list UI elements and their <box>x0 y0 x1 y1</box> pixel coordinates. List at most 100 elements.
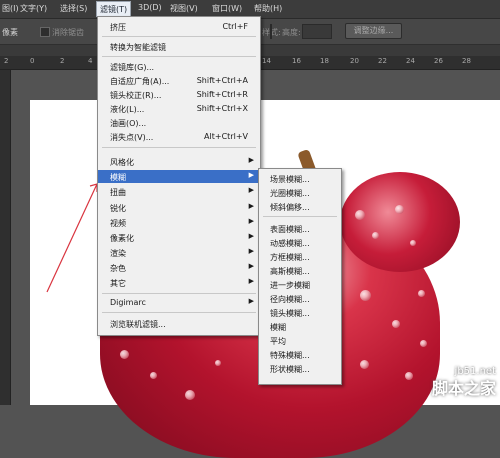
ruler-label: 22 <box>378 57 387 65</box>
menu-item-label: 其它 <box>110 279 126 288</box>
menu-item-label: 光圈模糊... <box>270 189 310 198</box>
menu-item-filter-gallery[interactable]: 滤镜库(G)... <box>98 60 260 73</box>
menu-item-label: 像素化 <box>110 234 134 243</box>
ruler-label: 28 <box>462 57 471 65</box>
menu-item-label: Digimarc <box>110 298 146 307</box>
ruler-label: 24 <box>406 57 415 65</box>
water-drop <box>392 320 400 328</box>
submenu-item-field-blur[interactable]: 场景模糊... <box>259 172 341 185</box>
menu-item-label: 动感模糊... <box>270 239 310 248</box>
submenu-item-average[interactable]: 平均 <box>259 334 341 347</box>
menu-separator <box>263 216 337 217</box>
menu-item-label: 场景模糊... <box>270 175 310 184</box>
water-drop <box>395 205 404 214</box>
submenu-item-motion-blur[interactable]: 动感模糊... <box>259 236 341 249</box>
menu-help[interactable]: 帮助(H) <box>254 3 282 14</box>
water-drop <box>410 240 416 246</box>
filter-menu: 挤压 Ctrl+F 转换为智能滤镜 滤镜库(G)... 自适应广角(A)... … <box>97 16 261 336</box>
refine-edge-button[interactable]: 调整边缘... <box>345 23 402 39</box>
submenu-item-blur-more[interactable]: 进一步模糊 <box>259 278 341 291</box>
feather-unit: 像素 <box>2 28 18 37</box>
menu-item-label: 平均 <box>270 337 286 346</box>
menu-item-label: 径向模糊... <box>270 295 310 304</box>
menu-item-label: 高斯模糊... <box>270 267 310 276</box>
menu-type[interactable]: 文字(Y) <box>20 3 47 14</box>
menu-item-label: 扭曲 <box>110 188 126 197</box>
menu-item-distort[interactable]: 扭曲 ▶ <box>98 185 260 198</box>
submenu-item-blur[interactable]: 模糊 <box>259 320 341 333</box>
submenu-arrow-icon: ▶ <box>248 186 254 194</box>
menu-item-label: 方框模糊... <box>270 253 310 262</box>
menu-item-label: 油画(O)... <box>110 119 147 128</box>
submenu-arrow-icon: ▶ <box>248 202 254 210</box>
ruler-label: 16 <box>292 57 301 65</box>
menu-item-label: 渲染 <box>110 249 126 258</box>
menu-3d[interactable]: 3D(D) <box>138 3 162 12</box>
menu-item-browse-online-filters[interactable]: 浏览联机滤镜... <box>98 317 260 330</box>
menu-item-label: 镜头模糊... <box>270 309 310 318</box>
antialias-label: 消除锯齿 <box>52 28 84 37</box>
water-drop <box>120 350 129 359</box>
menu-item-digimarc[interactable]: Digimarc ▶ <box>98 296 260 309</box>
menu-select[interactable]: 选择(S) <box>60 3 87 14</box>
menu-item-video[interactable]: 视频 ▶ <box>98 216 260 229</box>
menu-item-label: 模糊 <box>270 323 286 332</box>
menu-item-shortcut: Alt+Ctrl+V <box>204 132 248 141</box>
ruler-label: 4 <box>88 57 93 65</box>
submenu-item-tilt-shift[interactable]: 倾斜偏移... <box>259 200 341 213</box>
menu-item-vanishing-point[interactable]: 消失点(V)... Alt+Ctrl+V <box>98 130 260 143</box>
menu-item-pixelate[interactable]: 像素化 ▶ <box>98 231 260 244</box>
menu-item-sharpen[interactable]: 锐化 ▶ <box>98 201 260 214</box>
menu-item-label: 视频 <box>110 219 126 228</box>
height-label: 高度: <box>282 28 301 37</box>
submenu-item-radial-blur[interactable]: 径向模糊... <box>259 292 341 305</box>
menu-filter[interactable]: 滤镜(T) <box>96 1 132 17</box>
style-field[interactable] <box>270 24 272 39</box>
menu-item-render[interactable]: 渲染 ▶ <box>98 246 260 259</box>
menu-separator <box>102 312 256 313</box>
menu-item-label: 杂色 <box>110 264 126 273</box>
height-field[interactable] <box>302 24 332 39</box>
menu-item-label: 风格化 <box>110 158 134 167</box>
submenu-item-box-blur[interactable]: 方框模糊... <box>259 250 341 263</box>
water-drop <box>405 372 413 380</box>
menu-item-oil-paint[interactable]: 油画(O)... <box>98 116 260 129</box>
menu-item-convert-smart-filter[interactable]: 转换为智能滤镜 <box>98 40 260 53</box>
submenu-item-gaussian-blur[interactable]: 高斯模糊... <box>259 264 341 277</box>
menu-item-blur[interactable]: 模糊 ▶ <box>98 170 260 183</box>
menu-item-other[interactable]: 其它 ▶ <box>98 276 260 289</box>
water-drop <box>150 372 157 379</box>
submenu-arrow-icon: ▶ <box>248 297 254 305</box>
menu-window[interactable]: 窗口(W) <box>212 3 242 14</box>
menu-item-label: 镜头校正(R)... <box>110 91 162 100</box>
menu-item-noise[interactable]: 杂色 ▶ <box>98 261 260 274</box>
menu-separator <box>102 36 256 37</box>
menu-separator <box>102 56 256 57</box>
submenu-item-shape-blur[interactable]: 形状模糊... <box>259 362 341 375</box>
menu-item-liquify[interactable]: 液化(L)... Shift+Ctrl+X <box>98 102 260 115</box>
watermark-site-name: 脚本之家 <box>431 379 496 398</box>
submenu-item-surface-blur[interactable]: 表面模糊... <box>259 222 341 235</box>
submenu-arrow-icon: ▶ <box>248 217 254 225</box>
menu-item-label: 浏览联机滤镜... <box>110 320 166 329</box>
menu-item-stylize[interactable]: 风格化 ▶ <box>98 155 260 168</box>
ruler-label: 2 <box>4 57 9 65</box>
submenu-arrow-icon: ▶ <box>248 262 254 270</box>
submenu-item-iris-blur[interactable]: 光圈模糊... <box>259 186 341 199</box>
menu-item-shortcut: Shift+Ctrl+R <box>196 90 248 99</box>
menu-item-adaptive-wide-angle[interactable]: 自适应广角(A)... Shift+Ctrl+A <box>98 74 260 87</box>
menu-view[interactable]: 视图(V) <box>170 3 198 14</box>
submenu-item-lens-blur[interactable]: 镜头模糊... <box>259 306 341 319</box>
menu-image[interactable]: 图(I) <box>2 3 19 14</box>
ruler-label: 14 <box>262 57 271 65</box>
menu-item-lens-correction[interactable]: 镜头校正(R)... Shift+Ctrl+R <box>98 88 260 101</box>
menu-item-last-filter[interactable]: 挤压 Ctrl+F <box>98 20 260 33</box>
ruler-label: 18 <box>320 57 329 65</box>
menu-separator <box>102 293 256 294</box>
menu-item-label: 模糊 <box>110 173 126 182</box>
submenu-item-smart-blur[interactable]: 特殊模糊... <box>259 348 341 361</box>
antialias-checkbox[interactable] <box>40 27 50 37</box>
menu-item-label: 液化(L)... <box>110 105 145 114</box>
menu-item-label: 进一步模糊 <box>270 281 310 290</box>
menu-item-shortcut: Shift+Ctrl+X <box>196 104 248 113</box>
